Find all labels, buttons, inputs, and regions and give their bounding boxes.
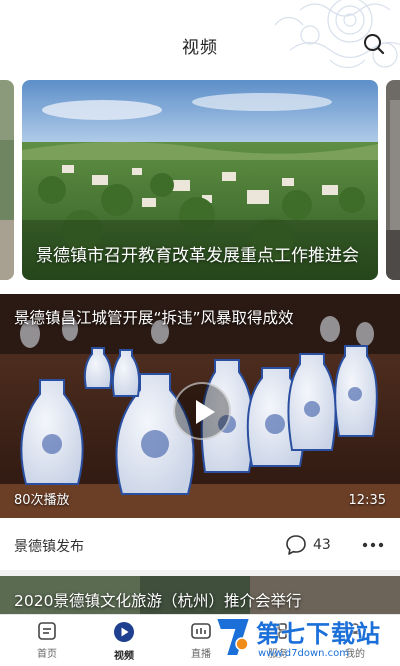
play-count: 80次播放	[14, 493, 70, 508]
video-title: 景德镇昌江城管开展“拆违”风暴取得成效	[14, 309, 294, 327]
comment-bubble-icon	[286, 535, 306, 555]
carousel-slide[interactable]: 景德镇市召开教育改革发展重点工作推进会	[22, 80, 378, 280]
comment-count: 43	[313, 537, 331, 553]
live-icon	[191, 623, 211, 639]
play-button[interactable]	[173, 382, 231, 440]
slide-next-image	[386, 80, 400, 280]
nav-video[interactable]: 视频	[94, 621, 154, 665]
watermark-name: 第七下载站	[256, 620, 381, 648]
slide-prev-image	[0, 80, 14, 280]
video-icon	[114, 622, 134, 642]
comment-button[interactable]: 43	[285, 533, 331, 557]
news-carousel[interactable]: 景德镇市召开教育改革发展重点工作推进会	[0, 80, 400, 282]
video-meta-row: 景德镇发布 43	[0, 520, 400, 570]
carousel-slide-next[interactable]	[386, 80, 400, 280]
more-dots-icon[interactable]	[360, 535, 386, 555]
watermark-logo-icon	[214, 617, 252, 657]
site-watermark: 第七下载站 www.d7down.com	[212, 608, 400, 666]
watermark-url: www.d7down.com	[258, 648, 350, 659]
search-icon[interactable]	[362, 32, 386, 56]
nav-label: 首页	[37, 649, 57, 660]
nav-label: 视频	[114, 651, 134, 662]
video-duration: 12:35	[348, 493, 386, 508]
page-title: 视频	[182, 38, 218, 58]
carousel-slide-prev[interactable]	[0, 80, 14, 280]
slide-caption: 景德镇市召开教育改革发展重点工作推进会	[36, 246, 359, 266]
top-bar: 视频	[0, 0, 400, 78]
video-card[interactable]: 景德镇昌江城管开展“拆违”风暴取得成效 80次播放 12:35	[0, 294, 400, 518]
nav-home[interactable]: 首页	[17, 621, 77, 665]
play-icon	[196, 400, 215, 424]
source-name[interactable]: 景德镇发布	[14, 536, 84, 556]
home-icon	[38, 622, 56, 640]
